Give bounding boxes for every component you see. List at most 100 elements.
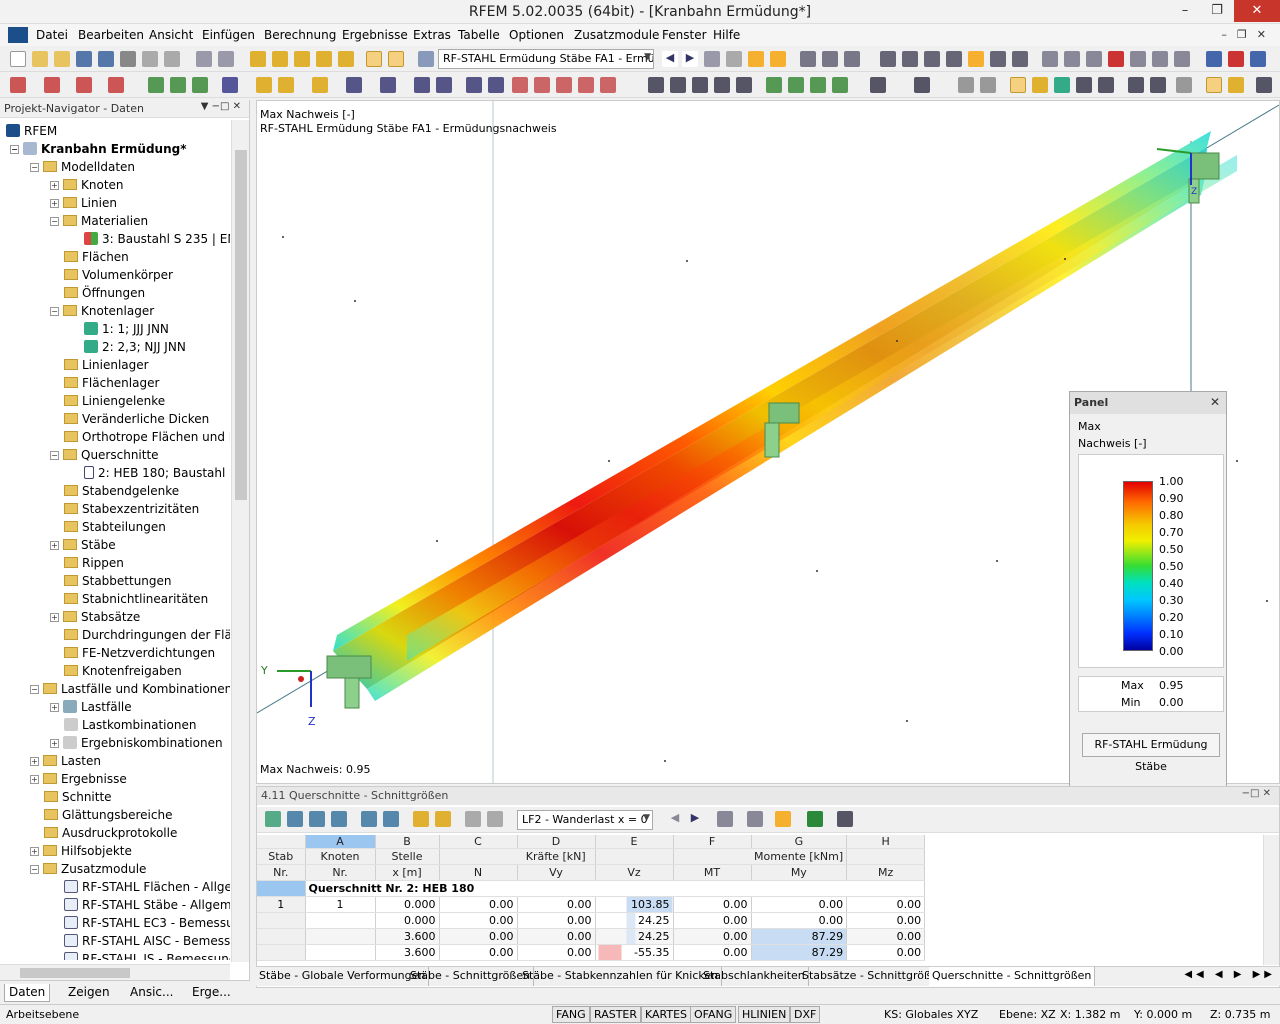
tree-project[interactable]: − Kranbahn Ermüdung* (10, 140, 187, 158)
tree-stabbettungen[interactable]: Stabbettungen (64, 572, 172, 590)
tree-stabnichtlinearitaeten[interactable]: Stabnichtlinearitäten (64, 590, 208, 608)
tree-linienlager[interactable]: Linienlager (64, 356, 149, 374)
tree-querschnitte[interactable]: − Querschnitte (50, 446, 159, 464)
table-select-icon[interactable] (435, 811, 451, 827)
table-insert-icon[interactable] (287, 811, 303, 827)
tree-lager-1[interactable]: 1: 1; JJJ JNN (84, 320, 169, 338)
tree-linien[interactable]: + Linien (50, 194, 117, 212)
redo-icon[interactable] (218, 51, 234, 67)
tree-knotenfreigaben[interactable]: Knotenfreigaben (64, 662, 182, 680)
section-row[interactable]: Querschnitt Nr. 2: HEB 180 (257, 880, 926, 897)
minimize-button[interactable]: – (1170, 0, 1200, 22)
tree-schnitte[interactable]: Schnitte (44, 788, 112, 806)
snap-icon[interactable] (924, 51, 940, 67)
new-icon[interactable] (10, 51, 26, 67)
grid-points-icon[interactable] (512, 77, 528, 93)
pin-close-icons[interactable]: ▼ −□ ✕ (201, 101, 241, 112)
results-icon[interactable] (338, 51, 354, 67)
tab-staebe-schnittgroessen[interactable]: Stäbe - Schnittgrößen (407, 967, 535, 986)
tree-rfem[interactable]: RFEM (6, 122, 57, 140)
menu-fenster[interactable]: Fenster (662, 28, 707, 42)
zoom-all-icon[interactable] (692, 77, 708, 93)
tab-stabkennzahlen[interactable]: Stäbe - Stabkennzahlen für Knicken (519, 967, 723, 986)
mesh-refine-icon[interactable] (556, 77, 572, 93)
tab-querschnitte-schnittgroessen[interactable]: Querschnitte - Schnittgrößen (929, 967, 1096, 986)
section-icon[interactable] (844, 51, 860, 67)
member-icon[interactable] (76, 77, 92, 93)
grid-toggle-icon[interactable] (1176, 77, 1192, 93)
tree-stabendgelenke[interactable]: Stabendgelenke (64, 482, 179, 500)
menu-bearbeiten[interactable]: Bearbeiten (78, 28, 144, 42)
menu-datei[interactable]: Datei (36, 28, 68, 42)
line-support-icon[interactable] (170, 77, 186, 93)
menu-berechnung[interactable]: Berechnung (264, 28, 336, 42)
table-delete-icon[interactable] (309, 811, 325, 827)
show-results-icon[interactable] (748, 51, 764, 67)
node-icon[interactable] (10, 77, 26, 93)
report-icon[interactable] (164, 51, 180, 67)
view-icon[interactable] (1206, 51, 1222, 67)
fill-icon[interactable] (1032, 77, 1048, 93)
rotate-icon[interactable] (990, 51, 1006, 67)
navigator-hscrollbar[interactable] (0, 964, 230, 980)
filter-icon[interactable] (1206, 77, 1222, 93)
print-icon[interactable] (120, 51, 136, 67)
tree-lasten[interactable]: + Lasten (30, 752, 101, 770)
tree-fe-netzverdichtungen[interactable]: FE-Netzverdichtungen (64, 644, 215, 662)
tree-durchdringungen[interactable]: Durchdringungen der Fläch (64, 626, 230, 644)
tree-flaechen[interactable]: Flächen (64, 248, 129, 266)
tree-querschnitt-2[interactable]: 2: HEB 180; Baustahl S 2 (84, 464, 230, 482)
layers-icon[interactable] (1128, 77, 1144, 93)
paste-icon[interactable] (1152, 51, 1168, 67)
dimension-icon[interactable] (1064, 51, 1080, 67)
table-highlight-icon[interactable] (775, 811, 791, 827)
tree-zusatzmodule[interactable]: − Zusatzmodule (30, 860, 146, 878)
tree-oeffnungen[interactable]: Öffnungen (64, 284, 145, 302)
more-icon[interactable] (1256, 77, 1272, 93)
imposed-icon[interactable] (312, 77, 328, 93)
menu-zusatzmodule[interactable]: Zusatzmodule (574, 28, 659, 42)
save-all-icon[interactable] (76, 51, 92, 67)
tree-stabteilungen[interactable]: Stabteilungen (64, 518, 166, 536)
table-pin-icon[interactable]: −□ ✕ (1242, 788, 1271, 799)
next-icon[interactable]: ▶ (682, 51, 698, 67)
colors-icon[interactable] (1228, 77, 1244, 93)
animation-icon[interactable] (822, 51, 838, 67)
select-icon[interactable] (968, 51, 984, 67)
excel-icon[interactable] (807, 811, 823, 827)
results-on-icon[interactable] (704, 51, 720, 67)
values-icon[interactable] (726, 51, 742, 67)
axis-y-icon[interactable] (788, 77, 804, 93)
tree-stabexzentrizitaeten[interactable]: Stabexzentrizitäten (64, 500, 199, 518)
delete-icon[interactable] (1108, 51, 1124, 67)
prev-icon[interactable]: ◀ (662, 51, 678, 67)
close-button[interactable]: ✕ (1234, 0, 1280, 22)
menu-tabelle[interactable]: Tabelle (458, 28, 500, 42)
grid-icon[interactable] (880, 51, 896, 67)
tree-hilfsobjekte[interactable]: + Hilfsobjekte (30, 842, 132, 860)
render-mode-icon[interactable] (914, 77, 930, 93)
table-settings-icon[interactable] (487, 811, 503, 827)
panel-close-icon[interactable]: ✕ (1210, 395, 1220, 409)
edit-icon[interactable] (250, 51, 266, 67)
status-raster[interactable]: RASTER (590, 1006, 642, 1023)
tree-orthotrope-flaechen[interactable]: Orthotrope Flächen und Me (64, 428, 230, 446)
axis-x-icon[interactable] (766, 77, 782, 93)
maximize-button[interactable]: ❐ (1202, 0, 1232, 22)
cross-section-icon[interactable] (346, 77, 362, 93)
measure-icon[interactable] (1042, 51, 1058, 67)
axis-z-icon[interactable] (810, 77, 826, 93)
tab-stabschlankheiten[interactable]: Stabschlankheiten (700, 967, 809, 986)
zoom-window-icon[interactable] (670, 77, 686, 93)
table-filter-icon[interactable] (413, 811, 429, 827)
surface-support-icon[interactable] (192, 77, 208, 93)
menu-optionen[interactable]: Optionen (509, 28, 564, 42)
zoom-icon[interactable] (648, 77, 664, 93)
status-dxf[interactable]: DXF (790, 1006, 821, 1023)
prev-loadcase-icon[interactable]: ◀ (667, 811, 683, 827)
status-fang[interactable]: FANG (552, 1006, 590, 1023)
tab-ansicht[interactable]: Ansic... (126, 984, 177, 1002)
tree-module-flaechen[interactable]: RF-STAHL Flächen - Allgem (64, 878, 230, 896)
axis-all-icon[interactable] (832, 77, 848, 93)
save-icon[interactable] (98, 51, 114, 67)
